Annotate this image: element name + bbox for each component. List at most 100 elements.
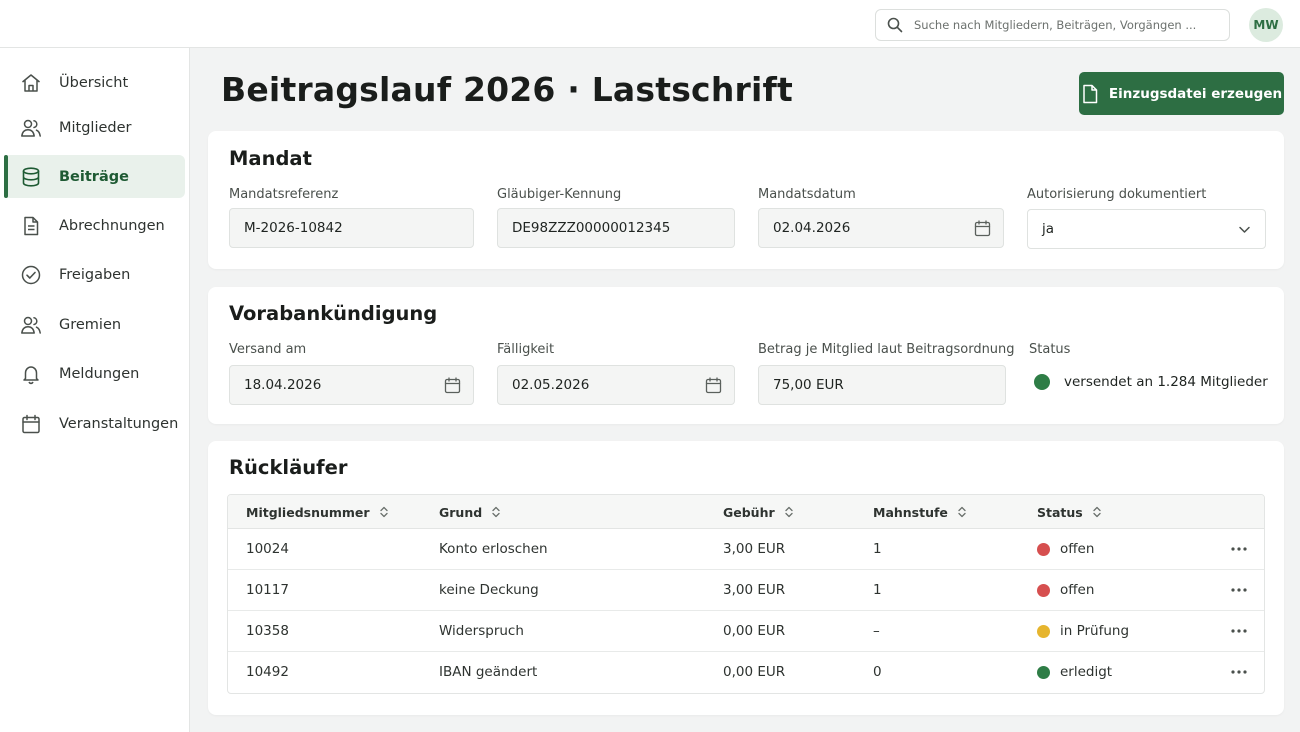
section-title: Vorabankündigung	[229, 302, 438, 325]
button-label: Einzugsdatei erzeugen	[1108, 85, 1283, 102]
cell-mitgliedsnummer: 10492	[246, 664, 289, 680]
sidebar-item-beitraege[interactable]: Beiträge	[4, 155, 185, 198]
betrag-field[interactable]: 75,00 EUR	[758, 365, 1006, 405]
users-icon	[21, 119, 41, 137]
field-value: 18.04.2026	[244, 377, 322, 393]
versand-label: Versand am	[229, 342, 307, 357]
sort-icon	[785, 506, 793, 518]
status-text: in Prüfung	[1060, 623, 1130, 639]
sidebar-item-mitglieder[interactable]: Mitglieder	[4, 106, 185, 149]
page-title: Beitragslauf 2026 · Lastschrift	[221, 70, 794, 109]
avatar[interactable]: MW	[1249, 8, 1283, 42]
status-dot	[1037, 624, 1050, 638]
more-actions-icon[interactable]	[1228, 664, 1250, 680]
cell-mahnstufe: –	[873, 623, 880, 639]
mandat-card: Mandat Mandatsreferenz M-2026-10842 Gläu…	[208, 131, 1284, 269]
faelligkeit-label: Fälligkeit	[497, 342, 555, 357]
cell-status: erledigt	[1037, 652, 1112, 692]
bell-icon	[23, 365, 39, 384]
ruecklaeufer-card: Rückläufer Mitgliedsnummer Grund Gebühr …	[208, 441, 1284, 715]
sidebar: Übersicht Mitglieder Beiträge Abrechnung…	[0, 48, 190, 732]
field-value: 02.05.2026	[512, 377, 590, 393]
betrag-label: Betrag je Mitglied laut Beitragsordnung	[758, 342, 1015, 357]
column-header-grund[interactable]: Grund	[439, 495, 501, 529]
cell-mahnstufe: 1	[873, 541, 882, 557]
sort-icon	[492, 506, 500, 518]
more-actions-icon[interactable]	[1228, 541, 1250, 557]
cell-mitgliedsnummer: 10358	[246, 623, 289, 639]
sort-icon	[1093, 506, 1101, 518]
cell-mahnstufe: 0	[873, 664, 882, 680]
glaeubiger-kennung-label: Gläubiger-Kennung	[497, 187, 622, 202]
sidebar-item-meldungen[interactable]: Meldungen	[4, 352, 185, 395]
mandatsdatum-field[interactable]: 02.04.2026	[758, 208, 1004, 248]
status-dot	[1037, 665, 1050, 679]
sidebar-item-label: Übersicht	[59, 74, 129, 91]
cell-gebuehr: 0,00 EUR	[723, 664, 786, 680]
mandatsreferenz-field[interactable]: M-2026-10842	[229, 208, 474, 248]
column-header-mahnstufe[interactable]: Mahnstufe	[873, 495, 967, 529]
status-text: offen	[1060, 582, 1095, 598]
status-label: Status	[1029, 342, 1071, 357]
sidebar-item-freigaben[interactable]: Freigaben	[4, 253, 185, 296]
cell-grund: Konto erloschen	[439, 541, 548, 557]
table-row[interactable]: 10358 Widerspruch 0,00 EUR – in Prüfung	[228, 611, 1264, 652]
cell-gebuehr: 3,00 EUR	[723, 582, 786, 598]
status-text: offen	[1060, 541, 1095, 557]
status-dot	[1037, 583, 1050, 597]
field-value: 75,00 EUR	[773, 377, 844, 393]
sidebar-item-label: Mitglieder	[59, 119, 132, 136]
sidebar-item-gremien[interactable]: Gremien	[4, 303, 185, 346]
sidebar-item-label: Abrechnungen	[59, 217, 165, 234]
chevron-down-icon	[1239, 226, 1250, 233]
search-input[interactable]	[914, 18, 1214, 32]
cell-mahnstufe: 1	[873, 582, 882, 598]
column-header-status[interactable]: Status	[1037, 495, 1102, 529]
document-icon	[1083, 84, 1098, 103]
vorabankuendigung-card: Vorabankündigung Versand am 18.04.2026 F…	[208, 287, 1284, 424]
status-text: versendet an 1.284 Mitglieder	[1064, 374, 1268, 390]
calendar-icon	[22, 414, 40, 433]
section-title: Mandat	[229, 147, 312, 170]
field-value: ja	[1042, 221, 1055, 237]
more-actions-icon[interactable]	[1228, 623, 1250, 639]
glaeubiger-kennung-field[interactable]: DE98ZZZ00000012345	[497, 208, 735, 248]
sort-icon	[958, 506, 966, 518]
faelligkeit-field[interactable]: 02.05.2026	[497, 365, 735, 405]
autorisierung-select[interactable]: ja	[1027, 209, 1266, 249]
versand-status: versendet an 1.284 Mitglieder	[1034, 374, 1268, 390]
calendar-icon[interactable]	[974, 220, 991, 237]
ruecklaeufer-table: Mitgliedsnummer Grund Gebühr Mahnstufe S…	[227, 494, 1265, 694]
column-header-mitgliedsnummer[interactable]: Mitgliedsnummer	[246, 495, 389, 529]
cell-grund: keine Deckung	[439, 582, 539, 598]
field-value: M-2026-10842	[244, 220, 343, 236]
cell-grund: Widerspruch	[439, 623, 524, 639]
section-title: Rückläufer	[229, 456, 348, 479]
column-header-gebuehr[interactable]: Gebühr	[723, 495, 794, 529]
calendar-icon[interactable]	[705, 377, 722, 394]
top-bar: MW	[0, 0, 1300, 48]
table-header: Mitgliedsnummer Grund Gebühr Mahnstufe S…	[228, 495, 1264, 529]
sidebar-item-abrechnungen[interactable]: Abrechnungen	[4, 204, 185, 247]
cell-gebuehr: 0,00 EUR	[723, 623, 786, 639]
status-text: erledigt	[1060, 664, 1113, 680]
document-icon	[24, 216, 39, 235]
group-icon	[21, 316, 41, 334]
more-actions-icon[interactable]	[1228, 582, 1250, 598]
cell-status: in Prüfung	[1037, 611, 1129, 651]
table-row[interactable]: 10492 IBAN geändert 0,00 EUR 0 erledigt	[228, 652, 1264, 693]
sidebar-item-uebersicht[interactable]: Übersicht	[4, 61, 185, 104]
cell-grund: IBAN geändert	[439, 664, 538, 680]
calendar-icon[interactable]	[444, 377, 461, 394]
check-circle-icon	[21, 265, 41, 284]
search-box[interactable]	[875, 9, 1230, 41]
versand-field[interactable]: 18.04.2026	[229, 365, 474, 405]
database-icon	[22, 166, 40, 187]
einzugsdatei-erzeugen-button[interactable]: Einzugsdatei erzeugen	[1079, 72, 1284, 115]
sidebar-item-veranstaltungen[interactable]: Veranstaltungen	[4, 402, 185, 445]
cell-mitgliedsnummer: 10024	[246, 541, 289, 557]
table-row[interactable]: 10117 keine Deckung 3,00 EUR 1 offen	[228, 570, 1264, 611]
home-icon	[22, 73, 40, 92]
sidebar-item-label: Gremien	[59, 316, 122, 333]
table-row[interactable]: 10024 Konto erloschen 3,00 EUR 1 offen	[228, 529, 1264, 570]
